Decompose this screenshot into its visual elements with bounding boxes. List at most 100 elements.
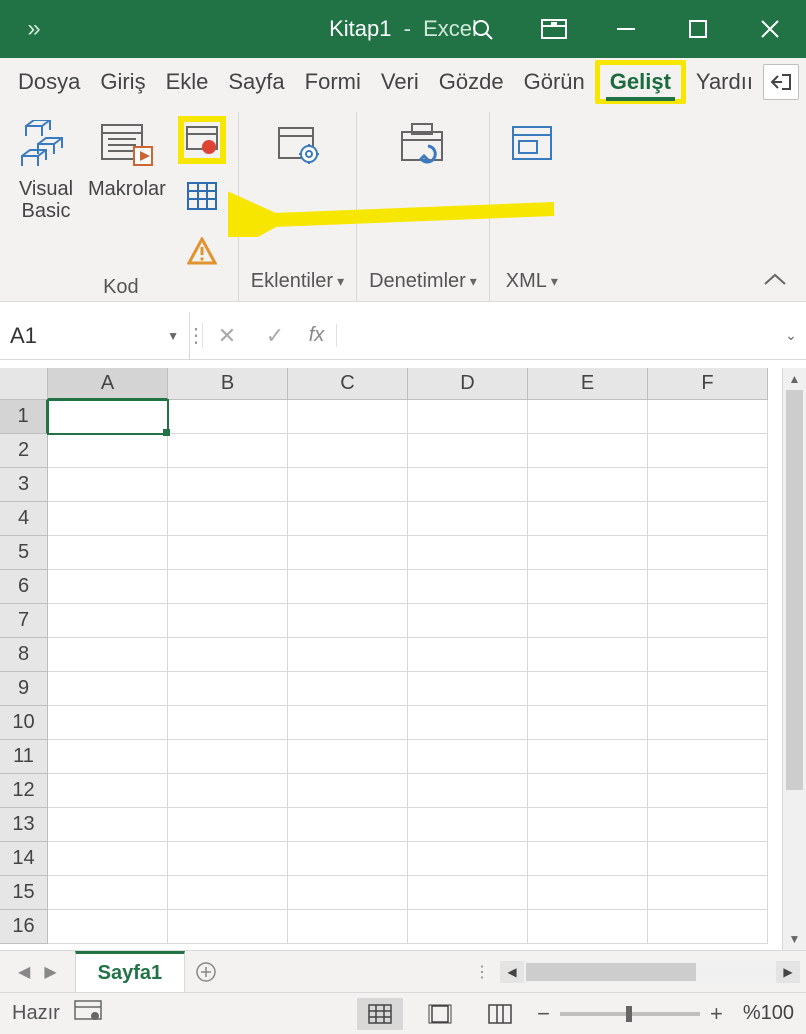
cell[interactable] (528, 570, 648, 604)
row-header[interactable]: 13 (0, 808, 48, 842)
cell[interactable] (408, 774, 528, 808)
row-header[interactable]: 9 (0, 672, 48, 706)
formula-input[interactable] (347, 312, 776, 359)
row-header[interactable]: 11 (0, 740, 48, 774)
minimize-button[interactable] (590, 0, 662, 58)
close-button[interactable] (734, 0, 806, 58)
cell[interactable] (528, 876, 648, 910)
cell[interactable] (168, 740, 288, 774)
cell[interactable] (648, 536, 768, 570)
chevron-down-icon[interactable]: ▼ (167, 329, 179, 343)
cell[interactable] (648, 774, 768, 808)
scroll-up-button[interactable]: ▲ (783, 368, 806, 390)
cell[interactable] (168, 774, 288, 808)
ribbon-display-button[interactable] (518, 0, 590, 58)
row-header[interactable]: 4 (0, 502, 48, 536)
use-relative-refs-button[interactable] (178, 172, 226, 220)
cell[interactable] (288, 638, 408, 672)
cell[interactable] (408, 876, 528, 910)
cell[interactable] (168, 604, 288, 638)
row-header[interactable]: 15 (0, 876, 48, 910)
cell[interactable] (168, 876, 288, 910)
cell[interactable] (48, 502, 168, 536)
new-sheet-button[interactable] (185, 962, 227, 982)
scroll-down-button[interactable]: ▼ (783, 928, 806, 950)
row-header[interactable]: 8 (0, 638, 48, 672)
sheet-nav-prev[interactable]: ◀ (18, 962, 30, 982)
cell[interactable] (168, 638, 288, 672)
collapse-ribbon-button[interactable] (762, 272, 788, 293)
cell[interactable] (648, 808, 768, 842)
tab-ekle[interactable]: Ekle (156, 65, 219, 99)
cell[interactable] (288, 502, 408, 536)
cell[interactable] (48, 570, 168, 604)
makrolar-button[interactable]: Makrolar (86, 112, 168, 200)
row-header[interactable]: 12 (0, 774, 48, 808)
cell[interactable] (288, 876, 408, 910)
horizontal-scrollbar[interactable]: ◀ ▶ (500, 961, 800, 983)
xml-button[interactable] (502, 112, 562, 172)
cell[interactable] (168, 468, 288, 502)
cell[interactable] (408, 502, 528, 536)
tab-gorunum[interactable]: Görün (514, 65, 595, 99)
cell[interactable] (48, 672, 168, 706)
cell[interactable] (288, 740, 408, 774)
scroll-thumb[interactable] (786, 390, 803, 790)
cell[interactable] (168, 842, 288, 876)
row-header[interactable]: 2 (0, 434, 48, 468)
scroll-right-button[interactable]: ▶ (776, 961, 800, 983)
cell[interactable] (528, 842, 648, 876)
record-macro-button[interactable] (178, 116, 226, 164)
cell[interactable] (408, 740, 528, 774)
row-header[interactable]: 6 (0, 570, 48, 604)
cell[interactable] (288, 400, 408, 434)
cell[interactable] (528, 400, 648, 434)
cell[interactable] (648, 876, 768, 910)
cell[interactable] (408, 638, 528, 672)
group-denetimler-label[interactable]: Denetimler▾ (369, 270, 477, 301)
cell[interactable] (288, 774, 408, 808)
scroll-left-button[interactable]: ◀ (500, 961, 524, 983)
cell[interactable] (648, 638, 768, 672)
tab-yardim[interactable]: Yardıı (686, 65, 763, 99)
cell[interactable] (288, 570, 408, 604)
cell[interactable] (168, 570, 288, 604)
cell[interactable] (288, 604, 408, 638)
zoom-slider[interactable]: − + (537, 1001, 723, 1027)
cell[interactable] (408, 842, 528, 876)
cell[interactable] (408, 910, 528, 944)
col-header-e[interactable]: E (528, 368, 648, 400)
col-header-b[interactable]: B (168, 368, 288, 400)
cell[interactable] (288, 910, 408, 944)
cell[interactable] (168, 502, 288, 536)
cell[interactable] (648, 604, 768, 638)
overflow-icon[interactable]: » (27, 15, 40, 43)
cell[interactable] (48, 774, 168, 808)
cell[interactable] (648, 570, 768, 604)
cell[interactable] (48, 808, 168, 842)
vertical-scrollbar[interactable]: ▲ ▼ (782, 368, 806, 950)
cell[interactable] (48, 400, 168, 434)
view-page-break-button[interactable] (477, 998, 523, 1030)
cell[interactable] (528, 536, 648, 570)
row-header[interactable]: 10 (0, 706, 48, 740)
tab-giris[interactable]: Giriş (90, 65, 155, 99)
cell[interactable] (528, 672, 648, 706)
zoom-thumb[interactable] (626, 1006, 632, 1022)
cell[interactable] (288, 706, 408, 740)
cell[interactable] (648, 434, 768, 468)
row-header[interactable]: 14 (0, 842, 48, 876)
cell[interactable] (648, 672, 768, 706)
cell[interactable] (48, 604, 168, 638)
scroll-thumb[interactable] (526, 963, 696, 981)
sheet-tab-active[interactable]: Sayfa1 (75, 951, 186, 992)
cell[interactable] (168, 400, 288, 434)
cell[interactable] (48, 910, 168, 944)
cell[interactable] (48, 740, 168, 774)
row-header[interactable]: 3 (0, 468, 48, 502)
select-all-corner[interactable] (0, 368, 48, 400)
tab-sayfa[interactable]: Sayfa (218, 65, 294, 99)
cell[interactable] (288, 536, 408, 570)
cancel-formula-button[interactable]: ✕ (203, 312, 251, 359)
cell[interactable] (648, 740, 768, 774)
